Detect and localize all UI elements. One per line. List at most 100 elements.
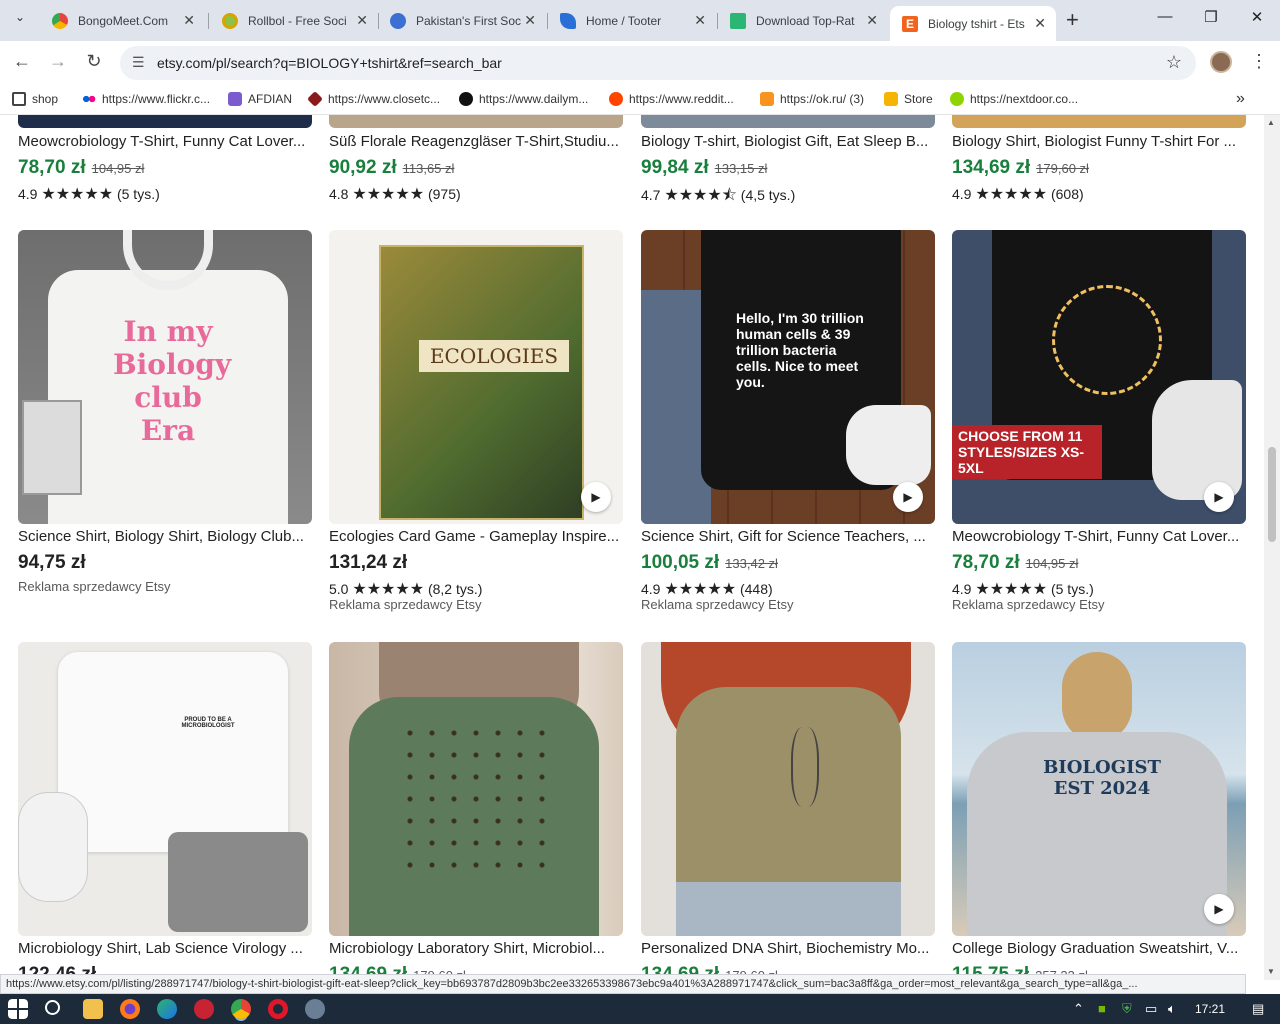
listing-rating: 4.9 ★★★★★ (608) [952,184,1084,204]
tab-label: Download Top-Rat [756,13,855,28]
close-icon[interactable]: ✕ [524,12,536,29]
firefox-icon[interactable] [120,999,140,1019]
play-video-icon[interactable]: ▶ [581,482,611,512]
print-text: BIOLOGIST EST 2024 [1043,757,1161,799]
tab-rollbol[interactable]: Rollbol - Free Soci ✕ [210,6,378,35]
network-icon[interactable]: ▭ [1145,1001,1157,1017]
bookmark-store[interactable]: Store [884,92,933,106]
original-price: 104,95 zł [91,161,145,176]
print-graphic [399,722,559,882]
back-icon[interactable]: ← [10,51,34,72]
bookmark-label: https://www.closetc... [328,92,441,106]
listing-image[interactable]: CHOOSE FROM 11 STYLES/SIZES XS-5XL ▶ [952,230,1246,524]
listing-image[interactable]: In my Biology club Era [18,230,312,524]
bookmark-reddit[interactable]: https://www.reddit... [609,92,734,106]
forward-icon[interactable]: → [46,51,70,72]
bookmarks-overflow-icon[interactable]: » [1236,90,1245,108]
scroll-up-icon[interactable]: ▲ [1267,118,1275,127]
listing-image[interactable]: BIOLOGIST EST 2024 ▶ [952,642,1246,936]
bookmark-nextdoor[interactable]: https://nextdoor.co... [950,92,1078,106]
listing-title[interactable]: Süß Florale Reagenzgläser T-Shirt,Studiu… [329,133,623,150]
close-icon[interactable]: ✕ [1034,15,1046,32]
bookmark-shop[interactable]: shop [12,92,58,106]
review-count: (8,2 tys.) [427,581,483,597]
listing-title[interactable]: Science Shirt, Biology Shirt, Biology Cl… [18,528,312,545]
bookmark-dailymotion[interactable]: https://www.dailym... [459,92,588,106]
bookmark-okru[interactable]: https://ok.ru/ (3) [760,92,864,106]
listing-rating: 4.9 ★★★★★ (448) [641,579,773,599]
play-video-icon[interactable]: ▶ [893,482,923,512]
close-icon[interactable]: ✕ [866,12,878,29]
listing-title[interactable]: Meowcrobiology T-Shirt, Funny Cat Lover.… [952,528,1246,545]
tab-download[interactable]: Download Top-Rat ✕ [718,6,888,35]
listing-image[interactable]: PROUD TO BE A MICROBIOLOGIST [18,642,312,936]
tab-search-icon[interactable]: ⌄ [10,10,30,30]
listing-image[interactable] [641,115,935,128]
listing-image[interactable] [18,115,312,128]
tab-tooter[interactable]: Home / Tooter ✕ [548,6,716,35]
opera-icon[interactable] [268,999,288,1019]
listing-image[interactable] [641,642,935,936]
listing-title[interactable]: Meowcrobiology T-Shirt, Funny Cat Lover.… [18,133,312,150]
listing-title[interactable]: Microbiology Shirt, Lab Science Virology… [18,940,312,957]
listing-title[interactable]: College Biology Graduation Sweatshirt, V… [952,940,1246,957]
volume-icon[interactable]: 🔈︎ [1168,1001,1176,1017]
chrome-icon[interactable] [231,999,251,1019]
listing-price: 90,92 zł 113,65 zł [329,157,454,179]
bookmark-star-icon[interactable]: ☆ [1166,52,1182,73]
rating-value: 5.0 [329,581,349,597]
current-price: 94,75 zł [18,552,86,573]
tab-pakistan[interactable]: Pakistan's First Soc ✕ [378,6,546,35]
restore-icon[interactable]: ❐ [1188,8,1234,26]
listing-title[interactable]: Biology T-shirt, Biologist Gift, Eat Sle… [641,133,935,150]
close-icon[interactable]: ✕ [183,12,195,29]
bookmark-label: Store [904,92,933,106]
listing-image[interactable]: Hello, I'm 30 trillion human cells & 39 … [641,230,935,524]
search-icon[interactable] [45,1000,60,1015]
app-red-icon[interactable] [194,999,214,1019]
close-icon[interactable]: ✕ [356,12,368,29]
sneaker-shape [846,405,931,485]
file-explorer-icon[interactable] [83,999,103,1019]
reload-icon[interactable]: ↻ [82,51,106,72]
listing-image[interactable]: ECOLOGIES ▶ [329,230,623,524]
listing-title[interactable]: Ecologies Card Game - Gameplay Inspire..… [329,528,623,545]
tab-etsy-active[interactable]: E Biology tshirt - Ets ✕ [890,6,1056,41]
tray-expand-icon[interactable]: ⌃ [1073,1001,1084,1017]
windows-start-icon[interactable] [8,999,28,1019]
nvidia-icon[interactable]: ■ [1098,1001,1106,1016]
new-tab-button[interactable]: + [1066,7,1079,33]
notifications-icon[interactable]: ▤ [1252,1001,1264,1017]
listing-title[interactable]: Biology Shirt, Biologist Funny T-shirt F… [952,133,1246,150]
address-bar[interactable]: ☰ etsy.com/pl/search?q=BIOLOGY+tshirt&re… [120,46,1196,80]
listing-title[interactable]: Personalized DNA Shirt, Biochemistry Mo.… [641,940,935,957]
clock[interactable]: 17:21 [1195,1002,1225,1016]
play-video-icon[interactable]: ▶ [1204,894,1234,924]
listing-image[interactable] [952,115,1246,128]
edge-icon[interactable] [157,999,177,1019]
minimize-icon[interactable]: — [1142,8,1188,25]
play-video-icon[interactable]: ▶ [1204,482,1234,512]
more-menu-icon[interactable]: ⋮ [1250,51,1268,72]
scrollbar-thumb[interactable] [1268,447,1276,542]
listing-image[interactable] [329,642,623,936]
scroll-down-icon[interactable]: ▼ [1267,967,1275,976]
profile-avatar[interactable] [1210,51,1232,73]
listing-price: 131,24 zł [329,552,407,574]
tab-bongomeet[interactable]: BongoMeet.Com ✕ [40,6,205,35]
page-scrollbar[interactable]: ▲ ▼ [1264,115,1280,980]
url-text[interactable]: etsy.com/pl/search?q=BIOLOGY+tshirt&ref=… [157,55,502,71]
bookmark-closet[interactable]: https://www.closetc... [307,91,441,107]
security-icon[interactable]: ⛨ [1122,1001,1132,1017]
app-icon[interactable] [305,999,325,1019]
window-close-icon[interactable]: ✕ [1234,8,1280,26]
star-icons: ★★★★★ [664,581,737,598]
listing-image[interactable] [329,115,623,128]
close-icon[interactable]: ✕ [694,12,706,29]
review-count: (448) [739,581,773,597]
bookmark-afdian[interactable]: AFDIAN [228,92,292,106]
listing-title[interactable]: Science Shirt, Gift for Science Teachers… [641,528,935,545]
site-info-icon[interactable]: ☰ [132,54,145,71]
listing-title[interactable]: Microbiology Laboratory Shirt, Microbiol… [329,940,623,957]
bookmark-flickr[interactable]: https://www.flickr.c... [82,92,210,106]
